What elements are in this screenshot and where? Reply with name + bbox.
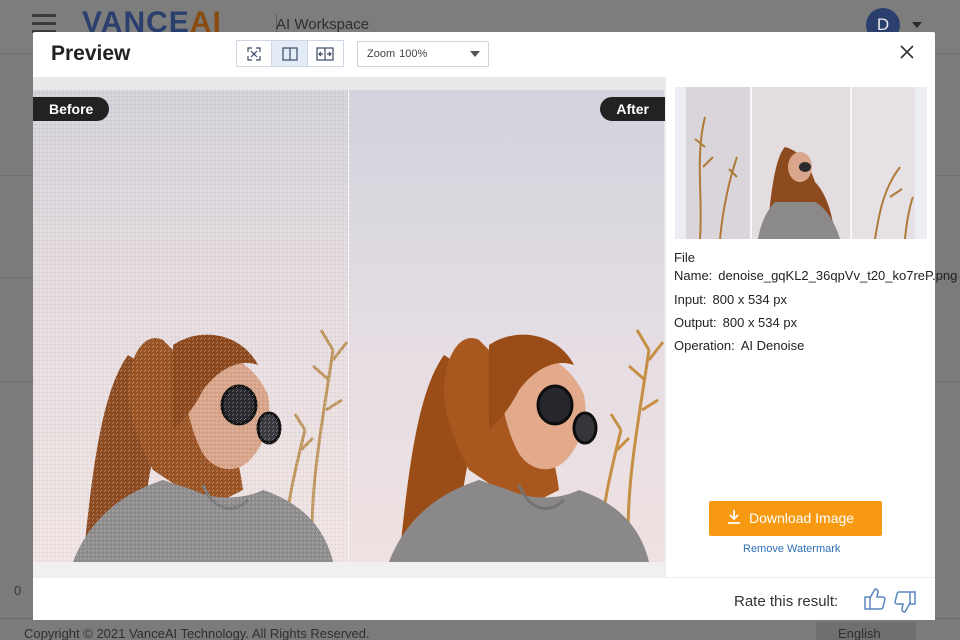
viewer-footer: [33, 562, 665, 577]
details-panel: File Name: denoise_gqKL2_36qpVv_t20_ko7re…: [665, 77, 957, 577]
close-icon: [900, 45, 914, 59]
view-split-button[interactable]: [272, 41, 308, 66]
input-value: 800 x 534 px: [712, 292, 787, 307]
after-tag: After: [600, 97, 665, 121]
remove-watermark-link[interactable]: Remove Watermark: [743, 543, 840, 555]
thumbs-down-button[interactable]: [894, 590, 916, 619]
copyright-text: Copyright © 2021 VanceAI Technology. All…: [24, 626, 370, 640]
thumbs-down-icon: [894, 591, 916, 613]
chevron-down-icon: [470, 51, 480, 57]
operation-value: AI Denoise: [740, 338, 805, 353]
download-label: Download Image: [749, 510, 855, 526]
output-label: Output:: [674, 315, 717, 330]
output-value: 800 x 534 px: [722, 315, 798, 330]
before-image: [33, 90, 348, 562]
file-name-label: File Name:: [674, 250, 713, 283]
split-view-icon: [281, 46, 298, 61]
output-row: Output: 800 x 534 px: [674, 314, 797, 332]
thumbnail-preview[interactable]: [675, 87, 927, 239]
view-mode-toggle: [236, 40, 344, 67]
view-fit-button[interactable]: [237, 41, 273, 66]
side-by-side-icon: [316, 46, 334, 61]
zoom-select[interactable]: Zoom 100%: [357, 41, 489, 67]
before-tag: Before: [33, 97, 110, 121]
rating-prompt: Rate this result:: [734, 593, 839, 610]
fit-screen-icon: [247, 46, 261, 61]
view-side-by-side-button[interactable]: [308, 41, 343, 66]
file-name-row: File Name: denoise_gqKL2_36qpVv_t20_ko7re…: [674, 249, 957, 285]
file-name-value: denoise_gqKL2_36qpVv_t20_ko7reP.png: [718, 268, 958, 283]
thumbs-up-icon: [864, 588, 886, 610]
close-button[interactable]: [897, 42, 917, 62]
workspace-title: AI Workspace: [276, 16, 370, 33]
input-row: Input: 800 x 534 px: [674, 291, 787, 309]
download-icon: [728, 510, 740, 524]
language-select[interactable]: English: [816, 622, 916, 640]
comparison-viewer[interactable]: Before After: [33, 77, 665, 577]
operation-label: Operation:: [674, 338, 735, 353]
operation-row: Operation: AI Denoise: [674, 337, 804, 355]
preview-modal: Preview Zoom 100% Before After File Name…: [33, 32, 957, 620]
rating-bar: Rate this result:: [33, 577, 935, 620]
thumbs-up-button[interactable]: [864, 587, 886, 616]
modal-title: Preview: [51, 42, 131, 65]
zoom-value: 100%: [399, 48, 428, 60]
download-image-button[interactable]: Download Image: [709, 501, 882, 536]
after-image: [349, 90, 664, 562]
menu-icon[interactable]: [32, 14, 56, 33]
chevron-down-icon[interactable]: [912, 22, 922, 28]
item-count: 0: [14, 583, 22, 598]
zoom-label: Zoom: [367, 48, 396, 60]
input-label: Input:: [674, 292, 707, 307]
